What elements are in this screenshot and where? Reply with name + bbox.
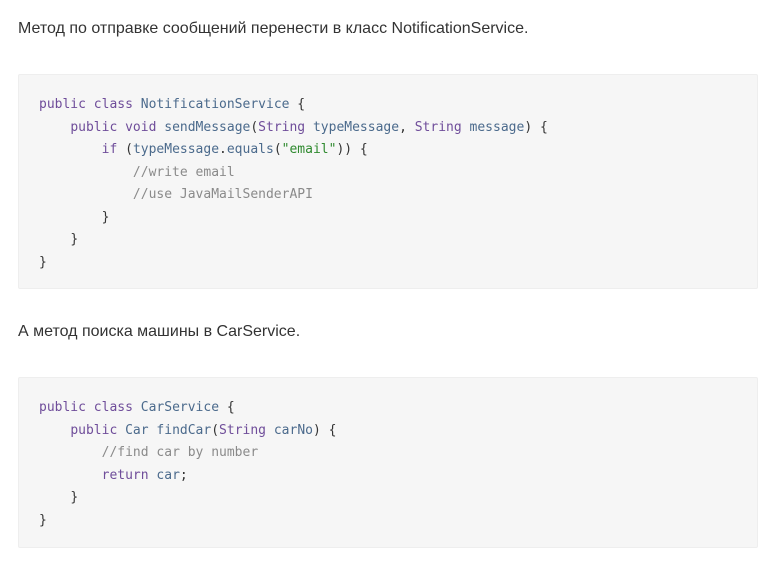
code-token-plain: . [219, 142, 227, 157]
code-token-kw: class [93, 97, 133, 112]
code-line: if (typeMessage.equals("email")) { [39, 139, 548, 162]
code-line: //use JavaMailSenderAPI [39, 184, 548, 207]
code-token-ident: NotificationService [140, 97, 290, 112]
code-token-plain: ) { [524, 119, 548, 135]
code-token-plain: ) { [312, 422, 337, 438]
code-line: public class CarService { [39, 397, 336, 420]
code-token-kw: public [70, 119, 118, 135]
code-block-notification-service[interactable]: public class NotificationService { publi… [18, 74, 758, 289]
code-token-plain: ( [250, 119, 259, 135]
code-token-plain: } [101, 209, 110, 225]
code-line: } [39, 207, 548, 230]
code-token-ident: carNo [273, 422, 313, 438]
code-token-kw: public [70, 422, 118, 438]
code-line: public void sendMessage(String typeMessa… [39, 117, 548, 140]
code-token-plain: ( [117, 142, 133, 157]
code-token-kw: if [101, 142, 118, 157]
code-token-plain: { [289, 97, 306, 112]
code-token-plain: ( [273, 142, 282, 157]
code-line: } [39, 229, 548, 252]
code-token-ident: equals [226, 142, 274, 157]
code-token-ident: Car [125, 422, 149, 438]
code-block-car-service[interactable]: public class CarService { public Car fin… [18, 377, 758, 548]
code-token-type: String [258, 119, 306, 135]
code-token-kw: return [101, 467, 149, 483]
code-token-type: String [219, 422, 267, 438]
code-lines: public class CarService { public Car fin… [39, 397, 336, 532]
code-token-plain: } [70, 490, 79, 505]
code-token-comment: //use JavaMailSenderAPI [132, 187, 313, 202]
code-token-str: "email" [281, 142, 337, 157]
code-token-comment: //find car by number [101, 445, 259, 460]
code-token-ident: typeMessage [132, 142, 220, 157]
code-token-plain: } [70, 232, 79, 247]
code-token-ident: findCar [156, 422, 212, 438]
code-token-type: String [414, 119, 462, 135]
code-token-kw: void [125, 119, 157, 135]
code-token-plain: } [39, 512, 47, 528]
code-lines: public class NotificationService { publi… [39, 94, 548, 274]
code-token-ident: sendMessage [164, 119, 251, 135]
code-token-ident: CarService [140, 400, 220, 415]
code-line: //find car by number [39, 442, 336, 465]
paragraph-car-service: А метод поиска машины в CarService. [18, 323, 301, 340]
code-token-ident: typeMessage [312, 119, 400, 135]
code-token-comment: //write email [132, 164, 235, 180]
code-token-kw: public [39, 400, 86, 415]
code-token-plain: ; [179, 467, 188, 483]
code-line: public class NotificationService { [39, 94, 548, 117]
code-line: } [39, 510, 336, 533]
code-token-ident: message [469, 119, 525, 135]
code-line: } [39, 252, 548, 275]
code-token-plain: } [39, 254, 47, 270]
paragraph-notification-service: Метод по отправке сообщений перенести в … [18, 20, 529, 37]
code-token-plain: { [219, 400, 235, 415]
code-line: public Car findCar(String carNo) { [39, 420, 336, 443]
code-token-plain: ( [211, 422, 220, 438]
code-token-kw: class [93, 400, 133, 415]
code-token-plain: )) { [336, 142, 368, 157]
code-line: } [39, 487, 336, 510]
code-token-kw: public [39, 97, 86, 112]
code-line: //write email [39, 162, 548, 185]
code-token-plain: , [399, 119, 415, 135]
code-line: return car; [39, 465, 336, 488]
code-token-ident: car [156, 467, 180, 483]
